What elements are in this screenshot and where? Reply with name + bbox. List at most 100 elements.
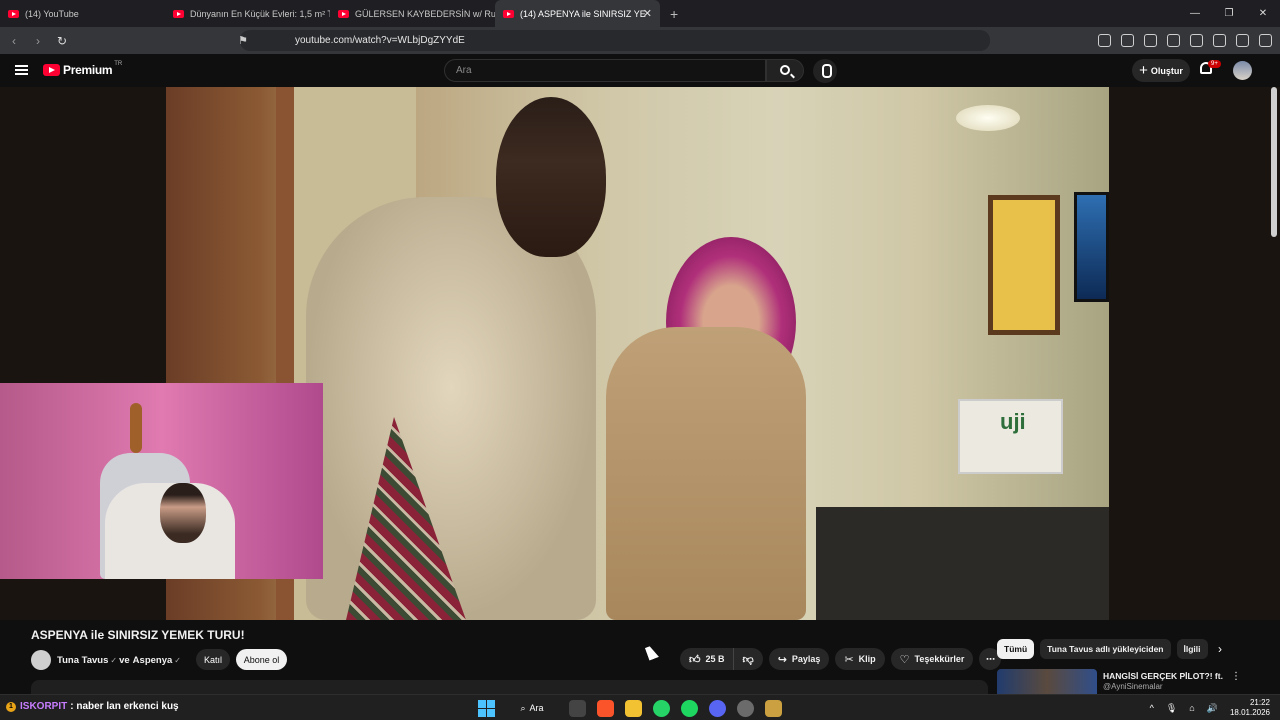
like-count: 25 B bbox=[705, 654, 725, 664]
maximize-button[interactable]: ❐ bbox=[1212, 8, 1246, 19]
whatsapp-icon[interactable] bbox=[653, 699, 670, 717]
discord-icon[interactable] bbox=[709, 699, 726, 717]
channel-name[interactable]: Tuna Tavus bbox=[57, 655, 108, 666]
extension-icon[interactable] bbox=[1167, 34, 1180, 47]
youtube-favicon-icon bbox=[173, 9, 184, 18]
chip-from-uploader[interactable]: Tuna Tavus adlı yükleyiciden bbox=[1040, 639, 1171, 659]
youtube-favicon-icon bbox=[338, 9, 349, 18]
wall-screen bbox=[1074, 192, 1109, 302]
microphone-icon[interactable]: 🎙 bbox=[1166, 703, 1177, 714]
recommended-title[interactable]: HANGİSİ GERÇEK PİLOT?! ft. bbox=[1103, 671, 1223, 681]
browser-tab-bar: (14) YouTube Dünyanın En Küçük Evleri: 1… bbox=[0, 0, 1280, 27]
window-controls: — ❐ ✕ bbox=[1178, 0, 1280, 27]
youtube-favicon-icon bbox=[8, 9, 19, 18]
like-button[interactable]: 👍︎ 25 B bbox=[680, 648, 733, 670]
thumbs-up-icon: 👍︎ bbox=[689, 653, 701, 666]
forward-icon[interactable]: › bbox=[28, 34, 48, 48]
network-icon[interactable]: ⌂ bbox=[1189, 703, 1194, 713]
back-icon[interactable]: ‹ bbox=[4, 34, 24, 48]
taskbar-clock[interactable]: 21:22 18.01.2026 bbox=[1230, 698, 1270, 718]
recommended-video[interactable]: HANGİSİ GERÇEK PİLOT?! ft. @AyniSinemala… bbox=[997, 669, 1247, 694]
video-title: ASPENYA ile SINIRSIZ YEMEK TURU! bbox=[31, 628, 245, 642]
chat-username: ISKORPIT bbox=[20, 701, 68, 712]
taskbar-search[interactable]: ⌕ Ara bbox=[506, 698, 558, 718]
extension-icon[interactable] bbox=[1121, 34, 1134, 47]
task-view-icon[interactable] bbox=[569, 699, 586, 717]
notification-badge: 9+ bbox=[1208, 60, 1221, 68]
video-player[interactable]: uji bbox=[0, 87, 1280, 620]
search-input[interactable]: Ara bbox=[444, 59, 766, 82]
ceiling-light bbox=[956, 105, 1020, 131]
channel-avatar[interactable] bbox=[31, 650, 51, 670]
app-icon[interactable] bbox=[765, 699, 782, 717]
menu-icon[interactable] bbox=[1259, 34, 1272, 47]
clock-time: 21:22 bbox=[1249, 698, 1270, 707]
browser-tab-active[interactable]: (14) ASPENYA ile SINIRSIZ YE ✕ bbox=[495, 0, 660, 27]
logo-text: Premium bbox=[63, 63, 113, 77]
youtube-logo[interactable]: Premium TR bbox=[43, 61, 123, 77]
video-actions: 👍︎ 25 B 👎︎ ↪ Paylaş ✂ Klip ♡ Teşekkürler ⋯ bbox=[680, 648, 1002, 670]
logo-country: TR bbox=[114, 61, 123, 67]
clock-date: 18.01.2026 bbox=[1229, 708, 1270, 717]
clip-button[interactable]: ✂ Klip bbox=[835, 648, 885, 670]
file-explorer-icon[interactable] bbox=[625, 699, 642, 717]
extension-icon[interactable] bbox=[1144, 34, 1157, 47]
spotify-icon[interactable] bbox=[681, 699, 698, 717]
extension-icon[interactable] bbox=[1190, 34, 1203, 47]
more-vert-icon[interactable]: ⋮ bbox=[1231, 671, 1241, 682]
person-head bbox=[496, 97, 606, 257]
share-icon: ↪ bbox=[777, 653, 787, 666]
reload-icon[interactable]: ↻ bbox=[52, 34, 72, 48]
chevron-right-icon[interactable]: › bbox=[1218, 642, 1222, 656]
search-placeholder: Ara bbox=[456, 65, 472, 76]
tray-overflow-icon[interactable]: ^ bbox=[1150, 703, 1154, 713]
chip-related[interactable]: İlgili bbox=[1176, 639, 1208, 659]
recommended-thumbnail[interactable] bbox=[997, 669, 1097, 694]
chip-all[interactable]: Tümü bbox=[997, 639, 1035, 659]
thanks-button[interactable]: ♡ Teşekkürler bbox=[890, 648, 974, 670]
address-bar[interactable]: ⚑ youtube.com/watch?v=WLbjDgZYYdE bbox=[238, 30, 990, 51]
chat-notification: 1 ISKORPIT : naber lan erkenci kuş bbox=[6, 701, 179, 712]
voice-search-icon[interactable] bbox=[813, 59, 837, 83]
bookmark-icon[interactable]: ⚑ bbox=[238, 34, 248, 47]
subscribe-button[interactable]: Abone ol bbox=[236, 649, 287, 670]
close-tab-icon[interactable]: ✕ bbox=[643, 7, 652, 20]
create-label: Oluştur bbox=[1150, 65, 1183, 76]
windows-taskbar: 1 ISKORPIT : naber lan erkenci kuş ⌕ Ara … bbox=[0, 694, 1280, 720]
collab-channel-name[interactable]: Aspenya bbox=[133, 655, 173, 666]
windows-start-icon[interactable] bbox=[478, 699, 495, 717]
search-button[interactable] bbox=[766, 59, 804, 82]
extension-icon[interactable] bbox=[1236, 34, 1249, 47]
steam-icon[interactable] bbox=[737, 699, 754, 717]
youtube-favicon-icon bbox=[503, 9, 514, 18]
guide-menu-icon[interactable] bbox=[15, 65, 28, 75]
tab-label: (14) YouTube bbox=[25, 8, 79, 19]
description-box[interactable] bbox=[31, 680, 988, 694]
browser-tab[interactable]: Dünyanın En Küçük Evleri: 1,5 m² Tab bbox=[165, 0, 330, 27]
browser-tab[interactable]: (14) YouTube bbox=[0, 0, 165, 27]
minimize-button[interactable]: — bbox=[1178, 8, 1212, 19]
thumbs-down-icon: 👎︎ bbox=[742, 653, 754, 666]
brave-browser-icon[interactable] bbox=[597, 699, 614, 717]
search-icon: ⌕ bbox=[520, 702, 526, 713]
extension-icon[interactable] bbox=[1213, 34, 1226, 47]
recommended-channel: @AyniSinemalar bbox=[1103, 682, 1163, 691]
dislike-button[interactable]: 👎︎ bbox=[732, 648, 763, 670]
page-scrollbar[interactable] bbox=[1271, 87, 1277, 237]
close-window-button[interactable]: ✕ bbox=[1246, 8, 1280, 19]
browser-tab[interactable]: GÜLERSEN KAYBEDERSİN w/ Rutin D bbox=[330, 0, 495, 27]
account-avatar[interactable] bbox=[1233, 61, 1252, 80]
taskbar-search-label: Ara bbox=[529, 703, 544, 713]
new-tab-button[interactable]: + bbox=[670, 6, 678, 22]
clip-label: Klip bbox=[858, 654, 876, 664]
share-button[interactable]: ↪ Paylaş bbox=[768, 648, 830, 670]
streamer-webcam-overlay bbox=[0, 383, 323, 579]
join-button[interactable]: Katıl bbox=[196, 649, 230, 670]
extension-icon[interactable] bbox=[1098, 34, 1111, 47]
heart-dollar-icon: ♡ bbox=[899, 653, 910, 666]
channel-joiner: ve bbox=[119, 654, 130, 666]
chat-message: : naber lan erkenci kuş bbox=[70, 701, 179, 712]
search-icon bbox=[780, 65, 790, 75]
create-button[interactable]: + Oluştur bbox=[1132, 59, 1190, 82]
volume-icon[interactable]: 🔊 bbox=[1207, 703, 1218, 714]
